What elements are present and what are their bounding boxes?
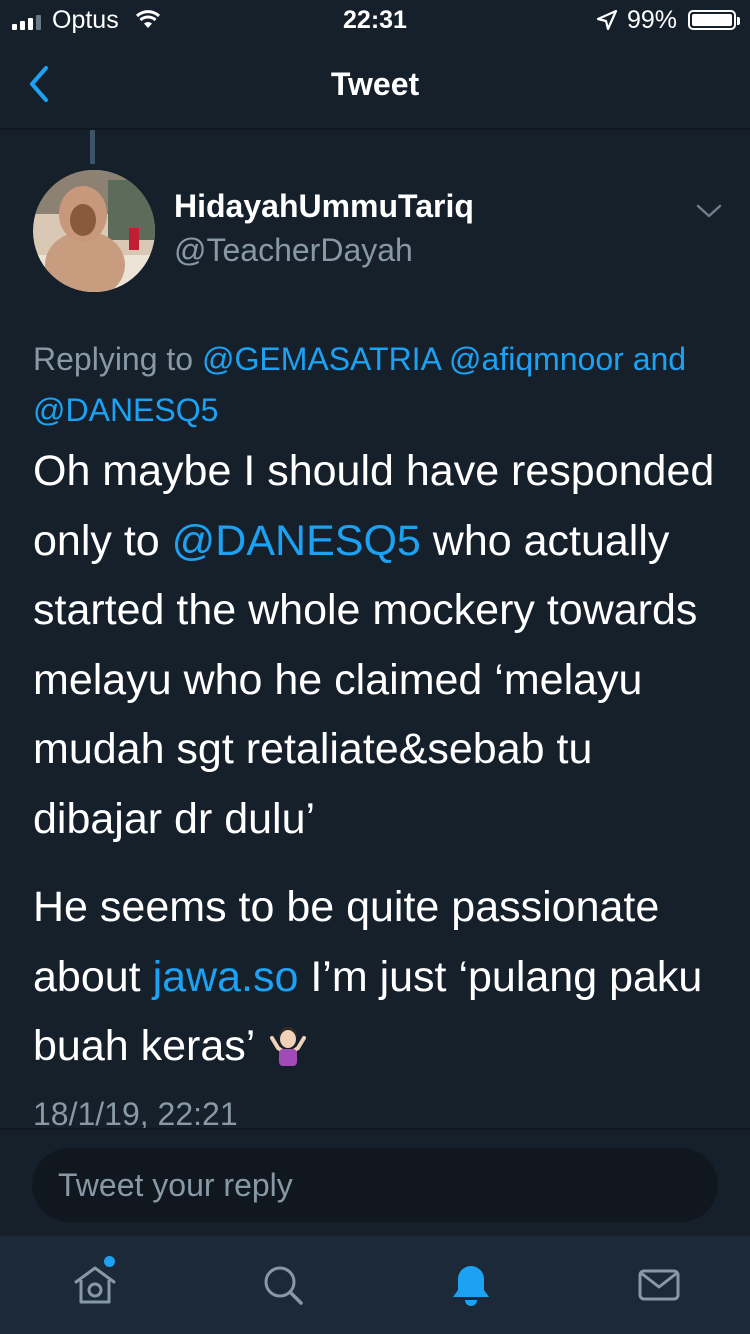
reply-mention-gemasatria[interactable]: @GEMASATRIA <box>202 341 440 377</box>
author-display-name[interactable]: HidayahUmmuTariq <box>174 188 474 225</box>
tab-bar <box>0 1236 750 1334</box>
tweet-timestamp: 18/1/19, 22:21 <box>33 1096 238 1128</box>
status-bar: Optus 22:31 99% <box>0 0 750 40</box>
avatar[interactable] <box>33 170 155 292</box>
search-icon[interactable] <box>258 1260 308 1310</box>
reply-input[interactable] <box>32 1148 718 1222</box>
battery-icon <box>688 10 740 30</box>
reply-mention-afiqmnoor[interactable]: @afiqmnoor <box>449 341 624 377</box>
chevron-down-icon[interactable] <box>695 200 723 222</box>
nav-bar: Tweet <box>0 40 750 130</box>
location-arrow-icon <box>596 9 618 31</box>
tweet-text: who actually started the whole mockery t… <box>33 516 698 843</box>
woman-shrugging-emoji-icon <box>269 1027 306 1066</box>
tweet-link[interactable]: jawa.so <box>153 953 299 1001</box>
thread-connector-line <box>90 130 95 164</box>
messages-icon[interactable] <box>634 1260 684 1310</box>
replying-to-prefix: Replying to <box>33 341 194 377</box>
notifications-icon[interactable] <box>446 1260 496 1310</box>
home-icon[interactable] <box>70 1260 120 1310</box>
tweet-text-paragraph-2: He seems to be quite passionate about ja… <box>33 873 733 1082</box>
new-content-indicator <box>104 1256 115 1267</box>
replying-to: Replying to @GEMASATRIA @afiqmnoor and @… <box>33 334 723 436</box>
tweet-text-paragraph-1: Oh maybe I should have responded only to… <box>33 437 733 854</box>
author-handle[interactable]: @TeacherDayah <box>174 232 413 269</box>
reply-bar <box>0 1128 750 1238</box>
reply-and[interactable]: and <box>633 341 686 377</box>
tweet-mention-danesq5[interactable]: @DANESQ5 <box>172 517 421 565</box>
page-title: Tweet <box>330 66 420 102</box>
battery-percent: 99% <box>627 6 678 34</box>
reply-mention-danesq5[interactable]: @DANESQ5 <box>33 392 218 428</box>
